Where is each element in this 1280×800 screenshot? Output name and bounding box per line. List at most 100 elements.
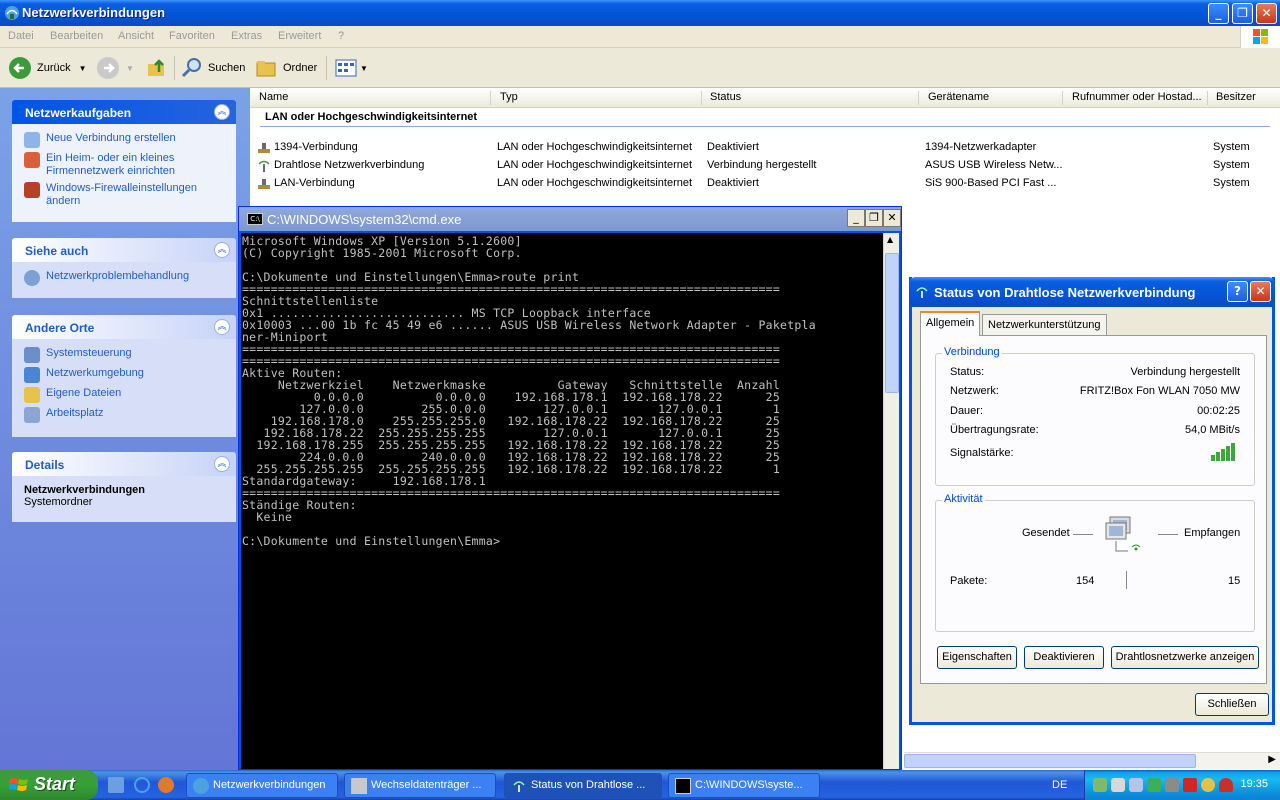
task-label: Windows-Firewalleinstellungen ändern: [46, 182, 198, 207]
forward-button[interactable]: ▼: [96, 55, 134, 81]
menu-bearbeiten[interactable]: Bearbeiten: [50, 30, 103, 42]
scrollbar-thumb[interactable]: [904, 754, 1196, 768]
link-troubleshoot[interactable]: Netzwerkproblembehandlung: [24, 270, 224, 286]
cmd-close-button[interactable]: ✕: [883, 209, 901, 227]
network-tasks-header[interactable]: Netzwerkaufgaben ︽: [12, 100, 236, 124]
menu-favoriten[interactable]: Favoriten: [169, 30, 215, 42]
wireless-icon: [916, 287, 928, 298]
collapse-chevron-icon[interactable]: ︽: [214, 456, 230, 472]
folders-button[interactable]: Ordner: [255, 55, 317, 81]
close-button[interactable]: ✕: [1256, 3, 1277, 24]
see-also-header[interactable]: Siehe auch ︽: [12, 238, 236, 262]
horizontal-scrollbar[interactable]: ▶: [904, 752, 1280, 769]
task-network-connections[interactable]: Netzwerkverbindungen: [186, 773, 338, 798]
collapse-chevron-icon[interactable]: ︽: [214, 104, 230, 120]
link-network-places[interactable]: Netzwerkumgebung: [24, 367, 224, 383]
tray-app-icon[interactable]: [1147, 778, 1161, 792]
table-row[interactable]: 1394-Verbindung LAN oder Hochgeschwindig…: [250, 139, 1280, 157]
link-my-documents[interactable]: Eigene Dateien: [24, 387, 224, 403]
details-header[interactable]: Details ︽: [12, 452, 236, 476]
cmd-icon: C:\: [247, 213, 263, 225]
column-type[interactable]: Typ: [500, 91, 518, 103]
system-tray: 19:35: [1084, 770, 1280, 800]
quicklaunch-ie-icon[interactable]: [134, 777, 150, 793]
disable-button[interactable]: Deaktivieren: [1024, 646, 1104, 669]
up-button[interactable]: [145, 55, 169, 81]
column-name[interactable]: Name: [259, 91, 288, 103]
views-button[interactable]: ▼: [334, 55, 368, 81]
language-indicator[interactable]: DE: [1052, 779, 1067, 791]
collapse-chevron-icon[interactable]: ︽: [214, 319, 230, 335]
details-name: Netzwerkverbindungen: [24, 484, 146, 496]
menubar: Datei Bearbeiten Ansicht Favoriten Extra…: [0, 26, 1280, 48]
link-my-computer[interactable]: Arbeitsplatz: [24, 407, 224, 423]
show-wireless-networks-button[interactable]: Drahtlosnetzwerke anzeigen: [1111, 646, 1259, 669]
collapse-chevron-icon[interactable]: ︽: [214, 242, 230, 258]
menu-erweitert[interactable]: Erweitert: [278, 30, 321, 42]
task-home-network[interactable]: Ein Heim- oder ein kleines Firmennetzwer…: [24, 152, 224, 178]
status-value: Verbindung hergestellt: [1130, 366, 1240, 378]
network-places-icon: [24, 367, 40, 383]
tab-allgemein[interactable]: Allgemein: [920, 311, 981, 336]
task-removable-drive[interactable]: Wechseldatenträger ...: [344, 773, 496, 798]
main-titlebar[interactable]: Netzwerkverbindungen _ ❐ ✕: [0, 0, 1280, 26]
column-owner[interactable]: Besitzer: [1216, 91, 1256, 103]
my-documents-icon: [24, 387, 40, 403]
back-button[interactable]: Zurück ▼: [8, 55, 87, 81]
tray-network-icon[interactable]: [1093, 778, 1107, 792]
views-dropdown-icon[interactable]: ▼: [360, 64, 368, 73]
toolbar-separator: [326, 56, 327, 80]
menu-extras[interactable]: Extras: [231, 30, 262, 42]
search-button[interactable]: Suchen: [180, 55, 245, 81]
forward-dropdown-icon[interactable]: ▼: [126, 64, 134, 73]
task-label: Ein Heim- oder ein kleines Firmennetzwer…: [46, 152, 175, 177]
tray-usb-icon[interactable]: [1129, 778, 1143, 792]
other-places-header[interactable]: Andere Orte ︽: [12, 315, 236, 339]
tab-network-support[interactable]: Netzwerkunterstützung: [982, 314, 1107, 336]
views-icon: [335, 59, 357, 77]
cmd-vertical-scrollbar[interactable]: ▲: [883, 233, 899, 769]
tray-wireless-icon[interactable]: [1111, 778, 1125, 792]
table-row[interactable]: Drahtlose Netzwerkverbindung LAN oder Ho…: [250, 157, 1280, 175]
quicklaunch-desktop-icon[interactable]: [108, 777, 124, 793]
help-button[interactable]: ?: [1227, 281, 1248, 302]
scroll-up-icon[interactable]: ▲: [887, 235, 893, 244]
status-label: Status:: [950, 366, 985, 378]
dialog-titlebar[interactable]: Status von Drahtlose Netzwerkverbindung …: [909, 277, 1275, 307]
column-device[interactable]: Gerätename: [928, 91, 989, 103]
quicklaunch-firefox-icon[interactable]: [158, 777, 174, 793]
dialog-title: Status von Drahtlose Netzwerkverbindung: [934, 285, 1196, 300]
scrollbar-thumb[interactable]: [885, 253, 899, 393]
link-control-panel[interactable]: Systemsteuerung: [24, 347, 224, 363]
back-dropdown-icon[interactable]: ▼: [79, 64, 87, 73]
menu-help[interactable]: ?: [338, 30, 344, 42]
task-firewall[interactable]: Windows-Firewalleinstellungen ändern: [24, 182, 224, 208]
close-dialog-button[interactable]: Schließen: [1195, 693, 1269, 716]
menu-ansicht[interactable]: Ansicht: [118, 30, 154, 42]
cmd-maximize-button[interactable]: ❐: [865, 209, 883, 227]
minimize-button[interactable]: _: [1208, 3, 1229, 24]
tray-monitor-icon[interactable]: [1165, 778, 1179, 792]
menu-datei[interactable]: Datei: [8, 30, 34, 42]
maximize-button[interactable]: ❐: [1232, 3, 1253, 24]
tray-shield-icon[interactable]: [1219, 778, 1233, 792]
dialog-close-button[interactable]: ✕: [1250, 281, 1271, 302]
link-label: Netzwerkproblembehandlung: [46, 270, 190, 282]
details-type: Systemordner: [24, 496, 93, 508]
start-button[interactable]: Start: [0, 770, 98, 800]
column-status[interactable]: Status: [710, 91, 741, 103]
scroll-right-icon[interactable]: ▶: [1268, 754, 1276, 765]
cmd-minimize-button[interactable]: _: [847, 209, 865, 227]
tray-status-icon[interactable]: [1201, 778, 1215, 792]
column-phone-host[interactable]: Rufnummer oder Hostad...: [1072, 91, 1202, 103]
cmd-titlebar[interactable]: C:\ C:\WINDOWS\system32\cmd.exe _ ❐ ✕: [239, 207, 901, 231]
task-status-dialog[interactable]: Status von Drahtlose ...: [504, 773, 662, 798]
table-row[interactable]: LAN-Verbindung LAN oder Hochgeschwindigk…: [250, 175, 1280, 193]
properties-button[interactable]: Eigenschaften: [937, 646, 1017, 669]
task-cmd[interactable]: C:\WINDOWS\syste...: [668, 773, 820, 798]
network-tasks-panel: Netzwerkaufgaben ︽ Neue Verbindung erste…: [12, 100, 236, 222]
other-places-title: Andere Orte: [25, 321, 95, 335]
task-new-connection[interactable]: Neue Verbindung erstellen: [24, 132, 224, 148]
tray-antivirus-icon[interactable]: [1183, 778, 1197, 792]
console-output-area[interactable]: Microsoft Windows XP [Version 5.1.2600] …: [241, 233, 883, 769]
